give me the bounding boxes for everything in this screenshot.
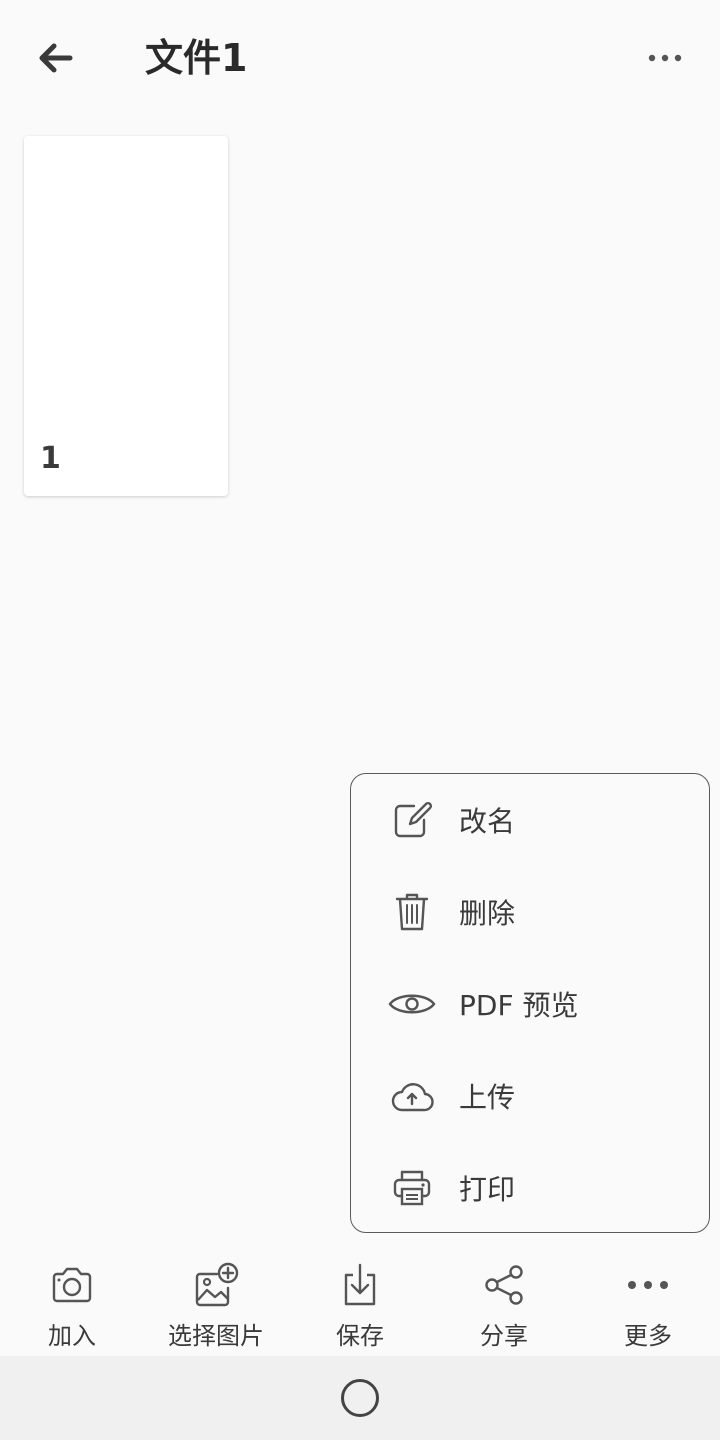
menu-item-pdf-preview[interactable]: PDF 预览	[351, 958, 709, 1050]
edit-icon	[387, 795, 437, 845]
download-icon	[335, 1260, 385, 1310]
menu-item-label: 打印	[459, 1173, 516, 1206]
eye-icon	[387, 979, 437, 1029]
printer-icon	[387, 1163, 437, 1213]
more-horizontal-icon	[623, 1260, 673, 1310]
page-title: 文件1	[145, 36, 248, 80]
menu-item-delete[interactable]: 删除	[351, 866, 709, 958]
menu-item-label: 改名	[459, 805, 516, 838]
page-thumbnail[interactable]: 1	[24, 136, 228, 496]
bottom-toolbar: 加入 选择图片 保存 分享 更多	[0, 1248, 720, 1356]
more-button[interactable]: 更多	[576, 1248, 720, 1356]
back-button[interactable]	[28, 32, 84, 84]
camera-icon	[47, 1260, 97, 1310]
toolbar-label: 更多	[624, 1322, 672, 1350]
menu-item-upload[interactable]: 上传	[351, 1050, 709, 1142]
toolbar-label: 分享	[480, 1322, 528, 1350]
app-header: 文件1	[0, 0, 720, 116]
arrow-left-icon	[39, 43, 73, 73]
add-camera-button[interactable]: 加入	[0, 1248, 144, 1356]
toolbar-label: 保存	[336, 1322, 384, 1350]
system-nav-bar	[0, 1356, 720, 1440]
menu-item-label: 上传	[459, 1081, 516, 1114]
add-image-icon	[191, 1260, 241, 1310]
share-button[interactable]: 分享	[432, 1248, 576, 1356]
save-button[interactable]: 保存	[288, 1248, 432, 1356]
trash-icon	[387, 887, 437, 937]
overflow-menu-button[interactable]	[630, 32, 700, 84]
toolbar-label: 加入	[48, 1322, 96, 1350]
menu-item-label: PDF 预览	[459, 989, 579, 1022]
menu-item-rename[interactable]: 改名	[351, 774, 709, 866]
more-horizontal-icon	[648, 54, 682, 62]
cloud-upload-icon	[387, 1071, 437, 1121]
select-image-button[interactable]: 选择图片	[144, 1248, 288, 1356]
home-button[interactable]	[341, 1379, 379, 1417]
menu-item-label: 删除	[459, 897, 516, 930]
screen: 文件1 1 改名 删除 PDF 预览 上传 打印 加入 选择图片 保存 分享 更…	[0, 0, 720, 1440]
more-options-menu: 改名 删除 PDF 预览 上传 打印	[350, 773, 710, 1233]
page-number: 1	[40, 441, 61, 476]
toolbar-label: 选择图片	[168, 1322, 264, 1350]
share-icon	[479, 1260, 529, 1310]
menu-item-print[interactable]: 打印	[351, 1142, 709, 1234]
